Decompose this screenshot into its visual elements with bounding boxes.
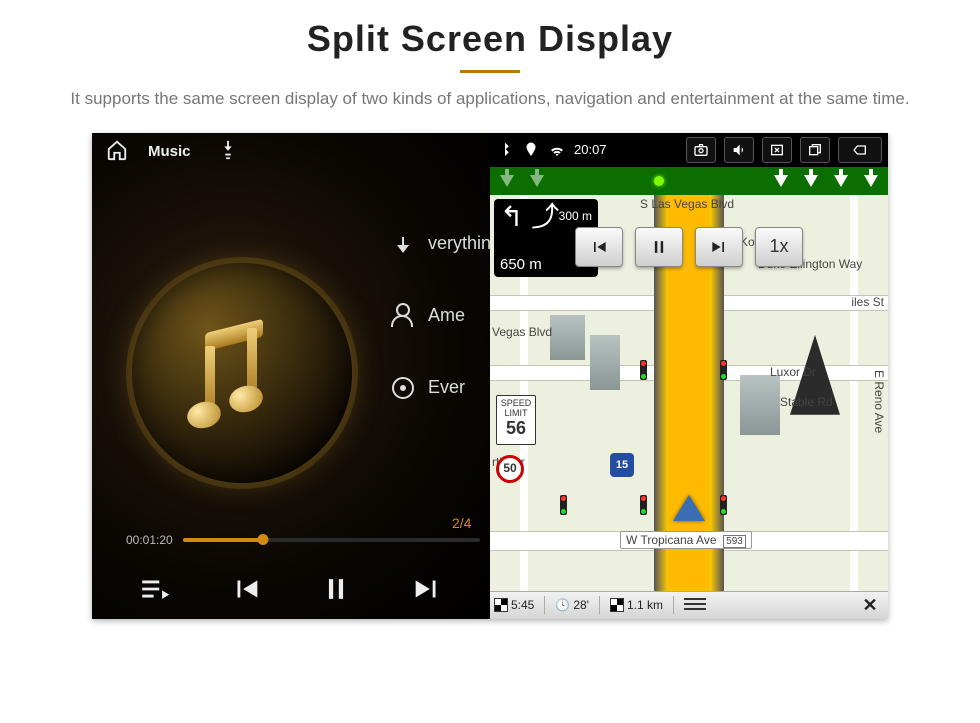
speed-limit-value: 56 bbox=[497, 419, 535, 439]
wifi-icon bbox=[548, 141, 566, 159]
volume-button[interactable] bbox=[724, 137, 754, 163]
sim-pause-button[interactable] bbox=[635, 227, 683, 267]
separator bbox=[544, 596, 545, 614]
vehicle-cursor-icon bbox=[673, 495, 705, 521]
location-icon bbox=[522, 141, 540, 159]
building bbox=[590, 335, 620, 390]
album-art-disc bbox=[132, 263, 352, 483]
traffic-light-icon bbox=[720, 495, 727, 515]
building bbox=[550, 315, 585, 360]
street-label: iles St bbox=[851, 295, 884, 309]
traffic-light-icon bbox=[560, 495, 567, 515]
nav-footer: 5:45 🕓 28' 1.1 km ✕ bbox=[490, 591, 888, 619]
page-subtitle: It supports the same screen display of t… bbox=[50, 87, 930, 111]
traffic-light-icon bbox=[640, 495, 647, 515]
footer-eta[interactable]: 5:45 bbox=[494, 598, 534, 612]
footer-menu-button[interactable] bbox=[684, 598, 706, 612]
track-artist: Ame bbox=[428, 305, 465, 326]
separator bbox=[599, 596, 600, 614]
traffic-light-icon bbox=[720, 360, 727, 380]
track-title: verythin bbox=[428, 233, 490, 254]
music-pane: Music verythin Ame Ever bbox=[92, 133, 490, 619]
street-label: Vegas Blvd bbox=[492, 325, 552, 339]
home-icon[interactable] bbox=[106, 139, 128, 165]
playlist-button[interactable] bbox=[132, 566, 178, 612]
street-label-text: W Tropicana Ave bbox=[626, 533, 717, 547]
destination-flag-icon bbox=[610, 598, 624, 612]
footer-close-button[interactable]: ✕ bbox=[856, 595, 884, 616]
track-album-row[interactable]: Ever bbox=[392, 377, 490, 399]
sim-speed-button[interactable]: 1x bbox=[755, 227, 803, 267]
sim-next-button[interactable] bbox=[695, 227, 743, 267]
back-button[interactable] bbox=[838, 137, 882, 163]
usb-icon bbox=[217, 139, 239, 165]
lane-arrow-icon bbox=[530, 175, 544, 187]
elapsed-time: 00:01:20 bbox=[126, 533, 173, 547]
street-label: Luxor Dr bbox=[770, 365, 816, 379]
lane-arrow-icon bbox=[804, 175, 818, 187]
music-status-bar: Music bbox=[92, 133, 490, 171]
close-app-button[interactable] bbox=[762, 137, 792, 163]
track-title-row[interactable]: verythin bbox=[392, 233, 490, 255]
gps-signal-icon bbox=[654, 176, 664, 186]
progress-fill bbox=[183, 538, 263, 542]
turn-distance-2: 650 m bbox=[500, 256, 542, 273]
speed-limit-sign: SPEED LIMIT 56 bbox=[496, 395, 536, 445]
track-counter: 2/4 bbox=[452, 515, 471, 531]
speed-limit-label: SPEED LIMIT bbox=[497, 399, 535, 419]
lane-arrow-icon bbox=[864, 175, 878, 187]
destination-flag-icon bbox=[494, 598, 508, 612]
lane-arrow-icon bbox=[834, 175, 848, 187]
turn-distance-1: 300 m bbox=[559, 209, 592, 223]
album-icon bbox=[392, 377, 414, 399]
bluetooth-icon bbox=[496, 141, 514, 159]
lane-guidance-bar bbox=[490, 167, 888, 195]
eta-value: 5:45 bbox=[511, 598, 534, 612]
progress-row: 00:01:20 bbox=[126, 533, 480, 547]
music-notes-icon bbox=[187, 318, 297, 428]
speed-limit-circle: 50 bbox=[496, 455, 524, 483]
clock: 20:07 bbox=[574, 142, 607, 157]
map-area[interactable]: S Las Vegas Blvd Koval Ln Duke Ellington… bbox=[490, 195, 888, 591]
lane-arrow-icon bbox=[774, 175, 788, 187]
progress-bar[interactable] bbox=[183, 538, 480, 542]
exit-badge: 593 bbox=[723, 535, 746, 548]
progress-knob[interactable] bbox=[257, 534, 268, 545]
page-title: Split Screen Display bbox=[0, 18, 980, 60]
download-icon bbox=[392, 233, 414, 255]
traffic-light-icon bbox=[640, 360, 647, 380]
title-underline bbox=[460, 70, 520, 73]
remaining-time-value: 28' bbox=[573, 598, 589, 612]
separator bbox=[673, 596, 674, 614]
sim-prev-button[interactable] bbox=[575, 227, 623, 267]
music-app-label: Music bbox=[148, 143, 191, 160]
building bbox=[740, 375, 780, 435]
previous-button[interactable] bbox=[223, 566, 269, 612]
clock-icon: 🕓 bbox=[555, 598, 570, 612]
interstate-shield: 15 bbox=[610, 453, 634, 477]
street-label: S Las Vegas Blvd bbox=[640, 197, 734, 211]
screenshot-button[interactable] bbox=[686, 137, 716, 163]
recent-apps-button[interactable] bbox=[800, 137, 830, 163]
music-controls bbox=[92, 559, 490, 619]
track-artist-row[interactable]: Ame bbox=[392, 305, 490, 327]
next-button[interactable] bbox=[404, 566, 450, 612]
nav-status-bar: 20:07 bbox=[490, 133, 888, 167]
menu-icon bbox=[684, 598, 706, 612]
street-label: E Reno Ave bbox=[872, 370, 886, 433]
nav-pane: 20:07 bbox=[490, 133, 888, 619]
track-metadata: verythin Ame Ever bbox=[392, 233, 490, 399]
footer-distance[interactable]: 1.1 km bbox=[610, 598, 663, 612]
pause-button[interactable] bbox=[313, 566, 359, 612]
street-label-tropicana: W Tropicana Ave 593 bbox=[620, 531, 752, 549]
footer-remaining-time[interactable]: 🕓 28' bbox=[555, 598, 589, 612]
street-label: Stable Rd bbox=[780, 395, 833, 409]
distance-value: 1.1 km bbox=[627, 598, 663, 612]
track-album: Ever bbox=[428, 377, 465, 398]
sim-controls: 1x bbox=[575, 227, 803, 267]
device-frame: Music verythin Ame Ever bbox=[92, 133, 888, 619]
artist-icon bbox=[392, 305, 414, 327]
lane-arrow-icon bbox=[500, 175, 514, 187]
